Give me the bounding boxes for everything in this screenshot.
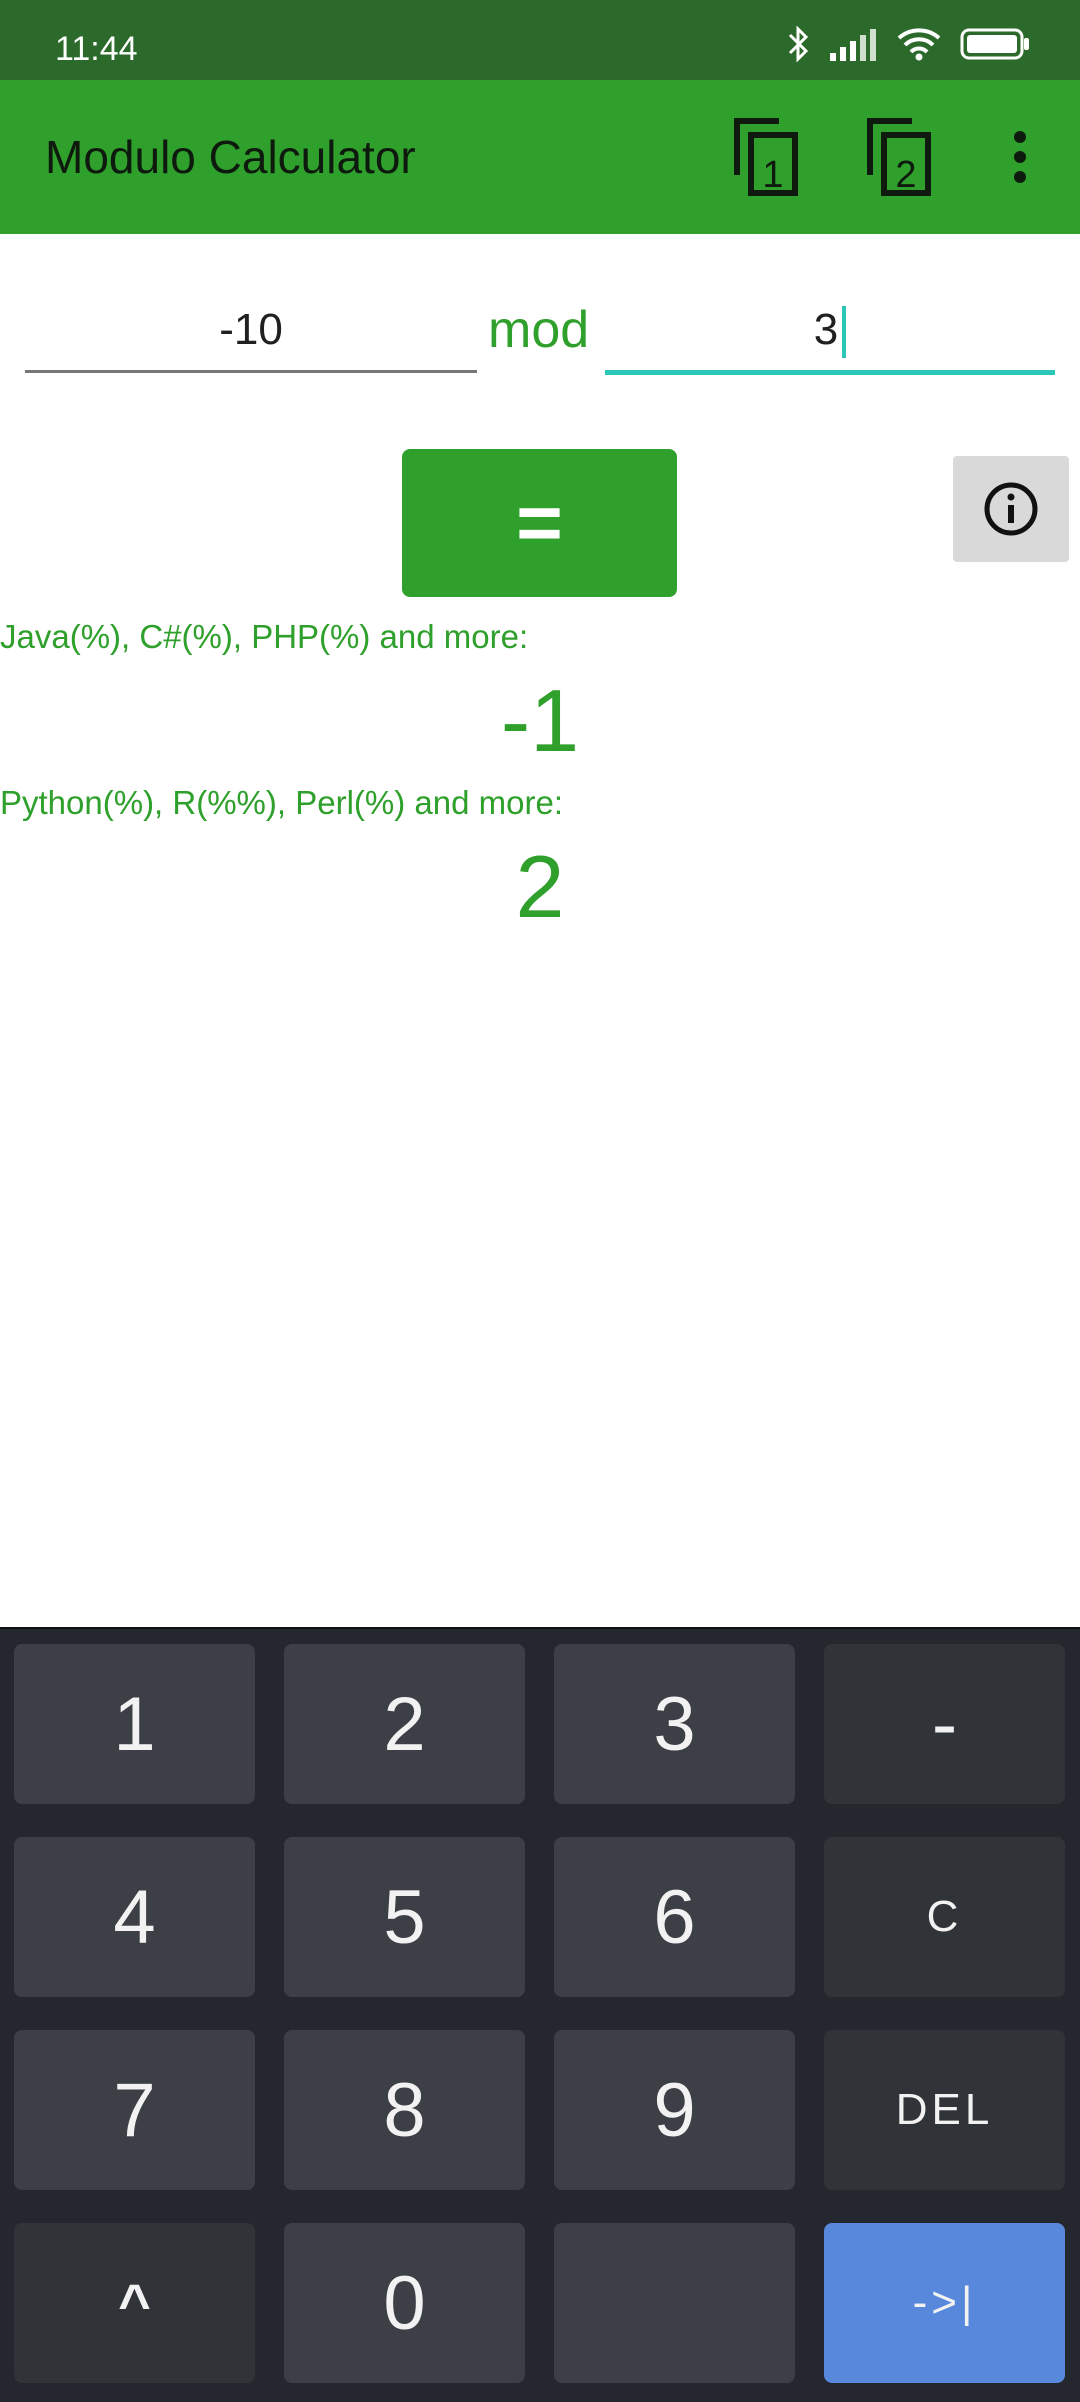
more-vert-icon	[1014, 131, 1026, 183]
result-label-truncated: Java(%), C#(%), PHP(%) and more:	[0, 618, 529, 655]
divisor-value: 3	[813, 305, 839, 354]
text-cursor	[842, 306, 847, 359]
copy-2-icon: 2	[867, 118, 931, 196]
copy-result-1-button[interactable]: 1	[722, 112, 812, 202]
copy-1-icon: 1	[734, 118, 798, 196]
result-label-floored: Python(%), R(%%), Perl(%) and more:	[0, 784, 563, 821]
info-button[interactable]	[953, 456, 1069, 562]
app-title: Modulo Calculator	[45, 131, 416, 183]
copy-result-2-button[interactable]: 2	[855, 112, 945, 202]
key-3[interactable]: 3	[554, 1644, 795, 1804]
key-6[interactable]: 6	[554, 1837, 795, 1997]
numeric-keypad: 1 2 3 - 4 5 6 C 7 8 9 DEL ^ 0 ->|	[0, 1627, 1080, 2402]
equals-label: =	[516, 478, 563, 567]
key-9[interactable]: 9	[554, 2030, 795, 2190]
divisor-input[interactable]: 3	[605, 290, 1055, 375]
key-0[interactable]: 0	[284, 2223, 525, 2383]
info-icon	[984, 482, 1038, 536]
key-delete[interactable]: DEL	[824, 2030, 1065, 2190]
equals-button[interactable]: =	[402, 449, 677, 597]
key-next[interactable]: ->|	[824, 2223, 1065, 2383]
battery-icon	[960, 27, 1030, 61]
result-value-floored: 2	[515, 837, 565, 936]
overflow-menu-button[interactable]	[975, 112, 1065, 202]
key-2[interactable]: 2	[284, 1644, 525, 1804]
dividend-input[interactable]: -10	[25, 290, 477, 373]
key-1[interactable]: 1	[14, 1644, 255, 1804]
status-time: 11:44	[55, 30, 138, 68]
key-clear[interactable]: C	[824, 1837, 1065, 1997]
key-minus[interactable]: -	[824, 1644, 1065, 1804]
app-bar: Modulo Calculator 1 2	[0, 80, 1080, 234]
bluetooth-icon	[786, 26, 810, 62]
status-bar: 11:44	[0, 0, 1080, 80]
key-5[interactable]: 5	[284, 1837, 525, 1997]
key-8[interactable]: 8	[284, 2030, 525, 2190]
key-caret[interactable]: ^	[14, 2223, 255, 2383]
result-value-truncated: -1	[500, 671, 580, 770]
key-blank[interactable]	[554, 2223, 795, 2383]
mod-operator-label: mod	[488, 301, 590, 359]
key-4[interactable]: 4	[14, 1837, 255, 1997]
status-icons	[786, 26, 1030, 62]
wifi-icon	[896, 26, 942, 62]
copy-2-label: 2	[895, 154, 916, 196]
signal-icon	[828, 27, 878, 61]
copy-1-label: 1	[762, 154, 783, 196]
dividend-value: -10	[219, 305, 283, 354]
key-7[interactable]: 7	[14, 2030, 255, 2190]
